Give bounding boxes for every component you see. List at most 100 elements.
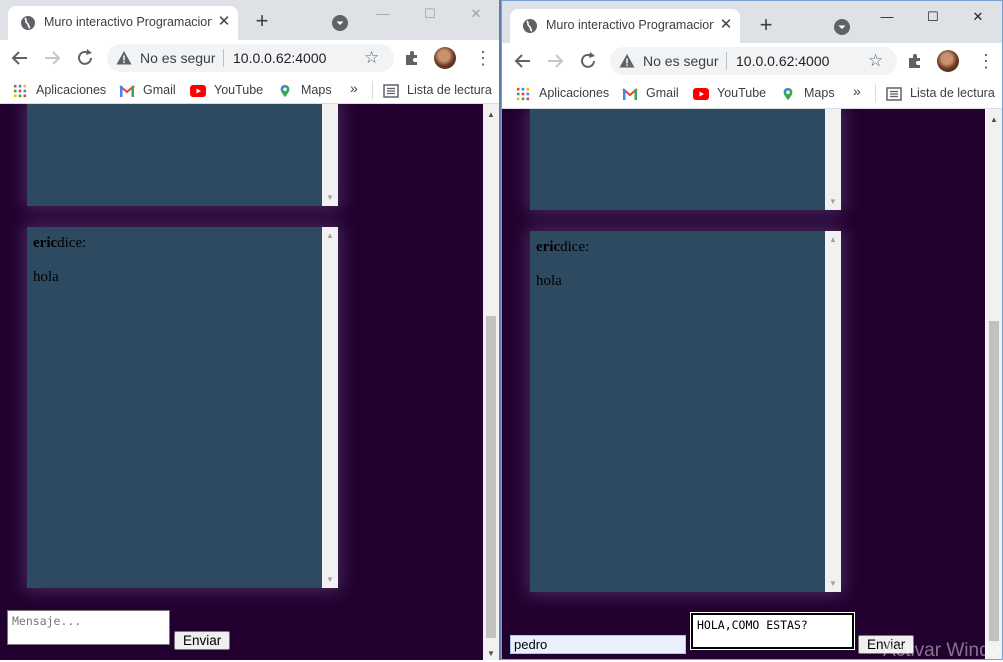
reload-icon[interactable] xyxy=(576,49,600,73)
apps-grid-icon xyxy=(516,87,530,100)
post-scrollbar[interactable]: ▼ xyxy=(322,104,338,206)
tab-strip: Muro interactivo Programacion ✕ + — ☐ ✕ xyxy=(0,0,499,40)
post-scrollbar[interactable]: ▼ xyxy=(825,109,841,210)
bookmark-apps[interactable]: Aplicaciones xyxy=(12,82,106,100)
omnibox[interactable]: No es segur 10.0.0.62:4000 ☆ xyxy=(107,44,394,72)
youtube-icon xyxy=(190,84,206,97)
extensions-puzzle-icon[interactable] xyxy=(403,49,421,67)
page-scrollbar[interactable]: ▲ ▼ xyxy=(483,104,499,660)
omnibox[interactable]: No es segur 10.0.0.62:4000 ☆ xyxy=(610,47,897,75)
bookmark-apps[interactable]: Aplicaciones xyxy=(515,85,609,103)
omnibox-divider xyxy=(726,52,727,70)
new-tab-button[interactable]: + xyxy=(754,14,778,38)
message-textarea[interactable] xyxy=(7,610,170,645)
tab-active[interactable]: Muro interactivo Programacion ✕ xyxy=(8,6,238,40)
extensions-puzzle-icon[interactable] xyxy=(906,52,924,70)
bookmarks-bar: Aplicaciones Gmail YouTube Maps » Lista … xyxy=(0,76,499,104)
back-arrow-icon[interactable] xyxy=(511,49,535,73)
browser-window-right: Muro interactivo Programacion ✕ + — ☐ ✕ … xyxy=(501,0,1003,660)
scroll-up-arrow-icon[interactable]: ▲ xyxy=(326,231,334,240)
bookmark-star-icon[interactable]: ☆ xyxy=(364,49,379,67)
globe-icon xyxy=(21,16,35,30)
bookmark-youtube[interactable]: YouTube xyxy=(190,82,263,100)
tab-search-icon[interactable] xyxy=(833,18,851,36)
forward-arrow-icon[interactable] xyxy=(40,46,64,70)
scrollbar-thumb[interactable] xyxy=(989,321,999,641)
bookmark-youtube[interactable]: YouTube xyxy=(693,85,766,103)
bookmarks-bar: Aplicaciones Gmail YouTube Maps » Lista … xyxy=(502,79,1002,109)
close-window-button[interactable]: ✕ xyxy=(955,5,1001,29)
bookmark-gmail-label: Gmail xyxy=(143,83,176,97)
scroll-down-arrow-icon[interactable]: ▼ xyxy=(487,649,495,658)
tab-title: Muro interactivo Programacion xyxy=(546,18,714,32)
scroll-up-arrow-icon[interactable]: ▲ xyxy=(487,110,495,119)
close-window-button[interactable]: ✕ xyxy=(453,2,499,26)
post-scrollbar[interactable]: ▲ ▼ xyxy=(825,231,841,592)
bookmark-maps[interactable]: Maps xyxy=(780,85,835,103)
tab-search-icon[interactable] xyxy=(331,14,349,32)
reading-list-button[interactable]: Lista de lectura xyxy=(886,85,995,103)
reading-list-icon xyxy=(886,86,902,101)
scroll-down-arrow-icon[interactable]: ▼ xyxy=(829,197,837,206)
post-card: ▼ xyxy=(27,104,338,206)
post-author: eric xyxy=(33,235,58,251)
bookmark-gmail-label: Gmail xyxy=(646,86,679,100)
page-scrollbar[interactable]: ▲ xyxy=(986,109,1002,659)
message-textarea[interactable]: HOLA,COMO ESTAS? xyxy=(690,612,855,650)
new-tab-button[interactable]: + xyxy=(250,10,274,34)
browser-window-left: Muro interactivo Programacion ✕ + — ☐ ✕ … xyxy=(0,0,499,660)
minimize-button[interactable]: — xyxy=(360,2,406,26)
profile-avatar[interactable] xyxy=(434,47,456,69)
bookmark-youtube-label: YouTube xyxy=(214,83,264,97)
scroll-down-arrow-icon[interactable]: ▼ xyxy=(829,579,837,588)
reload-icon[interactable] xyxy=(73,46,97,70)
scroll-up-arrow-icon[interactable]: ▲ xyxy=(829,235,837,244)
scrollbar-thumb[interactable] xyxy=(486,316,496,638)
bookmark-apps-label: Aplicaciones xyxy=(36,83,107,97)
bookmark-maps-label: Maps xyxy=(804,86,835,100)
bookmark-apps-label: Aplicaciones xyxy=(539,86,610,100)
bookmark-maps-label: Maps xyxy=(301,83,332,97)
bookmarks-overflow-button[interactable]: » xyxy=(853,83,861,99)
tab-active[interactable]: Muro interactivo Programacion ✕ xyxy=(510,9,740,43)
toolbar: No es segur 10.0.0.62:4000 ☆ ⋮ xyxy=(0,40,499,76)
post-header: ericdice: xyxy=(33,235,86,252)
scroll-down-arrow-icon[interactable]: ▼ xyxy=(326,193,334,202)
security-label[interactable]: No es segur xyxy=(643,53,718,69)
bookmarks-overflow-button[interactable]: » xyxy=(350,80,358,96)
menu-kebab-icon[interactable]: ⋮ xyxy=(474,48,492,68)
scroll-down-arrow-icon[interactable]: ▼ xyxy=(326,575,334,584)
reading-list-button[interactable]: Lista de lectura xyxy=(383,82,492,100)
post-text: hola xyxy=(536,273,562,289)
scroll-up-arrow-icon[interactable]: ▲ xyxy=(990,115,998,124)
warning-icon[interactable] xyxy=(619,53,635,69)
bookmark-gmail[interactable]: Gmail xyxy=(622,85,679,103)
maximize-button[interactable]: ☐ xyxy=(407,2,453,26)
post-scrollbar[interactable]: ▲ ▼ xyxy=(322,227,338,588)
bookmark-gmail[interactable]: Gmail xyxy=(119,82,176,100)
minimize-button[interactable]: — xyxy=(864,5,910,29)
bookmark-star-icon[interactable]: ☆ xyxy=(868,52,883,70)
menu-kebab-icon[interactable]: ⋮ xyxy=(977,51,995,71)
tab-close-icon[interactable]: ✕ xyxy=(718,17,734,33)
name-input[interactable] xyxy=(510,635,686,654)
bookmark-youtube-label: YouTube xyxy=(717,86,767,100)
back-arrow-icon[interactable] xyxy=(8,46,32,70)
profile-avatar[interactable] xyxy=(937,50,959,72)
bookmarks-divider xyxy=(875,84,876,102)
post-header: ericdice: xyxy=(536,239,589,256)
warning-icon[interactable] xyxy=(116,50,132,66)
post-card: ericdice: hola ▲ ▼ xyxy=(27,227,338,588)
bookmark-maps[interactable]: Maps xyxy=(277,82,332,100)
url-text[interactable]: 10.0.0.62:4000 xyxy=(736,53,829,69)
tab-strip: Muro interactivo Programacion ✕ + — ☐ ✕ xyxy=(502,1,1002,43)
send-button[interactable]: Enviar xyxy=(174,631,231,650)
reading-list-icon xyxy=(383,83,399,98)
youtube-icon xyxy=(693,87,709,100)
security-label[interactable]: No es segur xyxy=(140,50,215,66)
forward-arrow-icon[interactable] xyxy=(543,49,567,73)
tab-close-icon[interactable]: ✕ xyxy=(216,14,232,30)
gmail-icon xyxy=(622,87,638,100)
maximize-button[interactable]: ☐ xyxy=(910,5,956,29)
url-text[interactable]: 10.0.0.62:4000 xyxy=(233,50,326,66)
